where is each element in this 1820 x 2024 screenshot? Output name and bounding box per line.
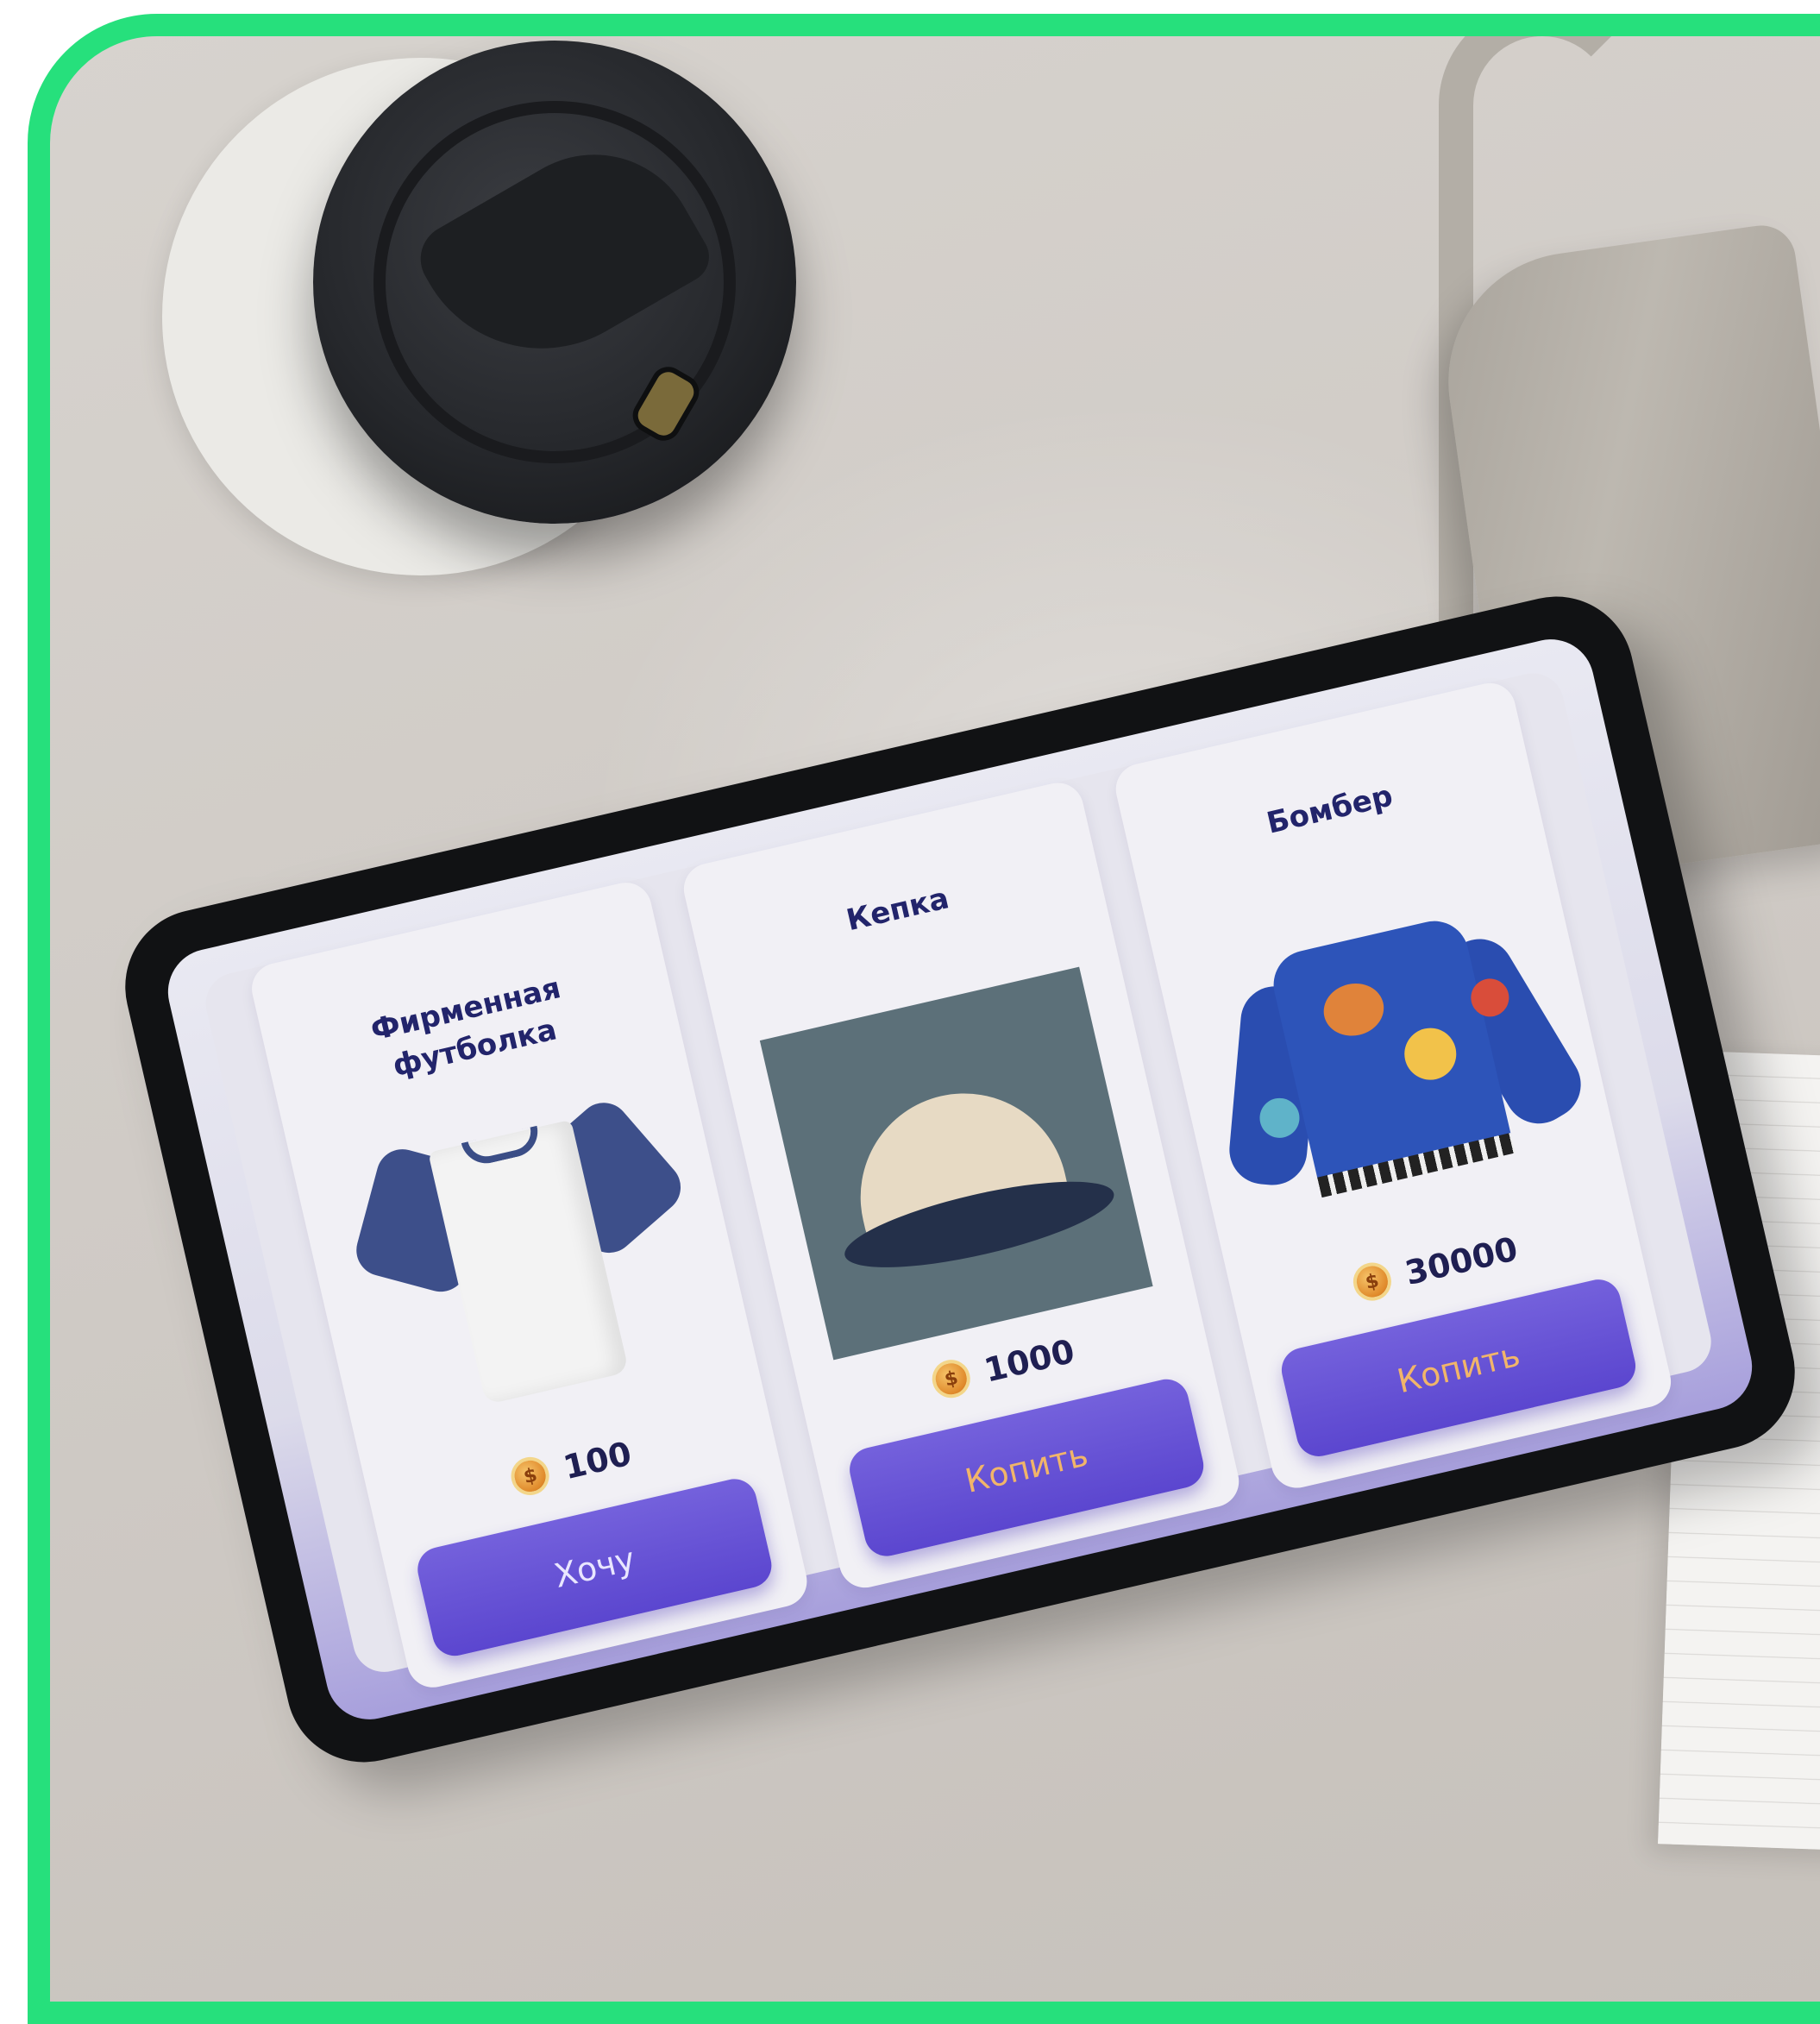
coffee-cup-lid <box>313 41 796 524</box>
save-up-button[interactable]: Копить <box>844 1374 1208 1561</box>
price-row: $ 30000 <box>1349 1229 1522 1304</box>
product-title: Кепка <box>843 881 952 939</box>
save-up-button[interactable]: Копить <box>1277 1275 1641 1461</box>
price-row: $ 1000 <box>928 1331 1078 1402</box>
bomber-jacket-image <box>1192 867 1594 1260</box>
coin-icon: $ <box>1349 1259 1396 1304</box>
want-button[interactable]: Хочу <box>413 1474 776 1661</box>
product-price: 100 <box>559 1434 636 1487</box>
product-panel: Фирменная футболка $ 100 Хочу Кепка $ 10… <box>199 667 1717 1693</box>
product-title: Фирменная футболка <box>367 971 564 1084</box>
product-title: Бомбер <box>1263 778 1396 841</box>
price-row: $ 100 <box>507 1434 636 1499</box>
tablet-device: Фирменная футболка $ 100 Хочу Кепка $ 10… <box>110 581 1811 1778</box>
cap-image <box>759 966 1153 1361</box>
coin-icon: $ <box>507 1453 554 1499</box>
t-shirt-image <box>328 1066 721 1460</box>
product-price: 1000 <box>980 1331 1078 1390</box>
tablet-screen: Фирменная футболка $ 100 Хочу Кепка $ 10… <box>159 631 1761 1728</box>
promo-frame: Фирменная футболка $ 100 Хочу Кепка $ 10… <box>28 14 1820 2024</box>
product-price: 30000 <box>1401 1229 1522 1292</box>
coin-icon: $ <box>928 1355 975 1402</box>
